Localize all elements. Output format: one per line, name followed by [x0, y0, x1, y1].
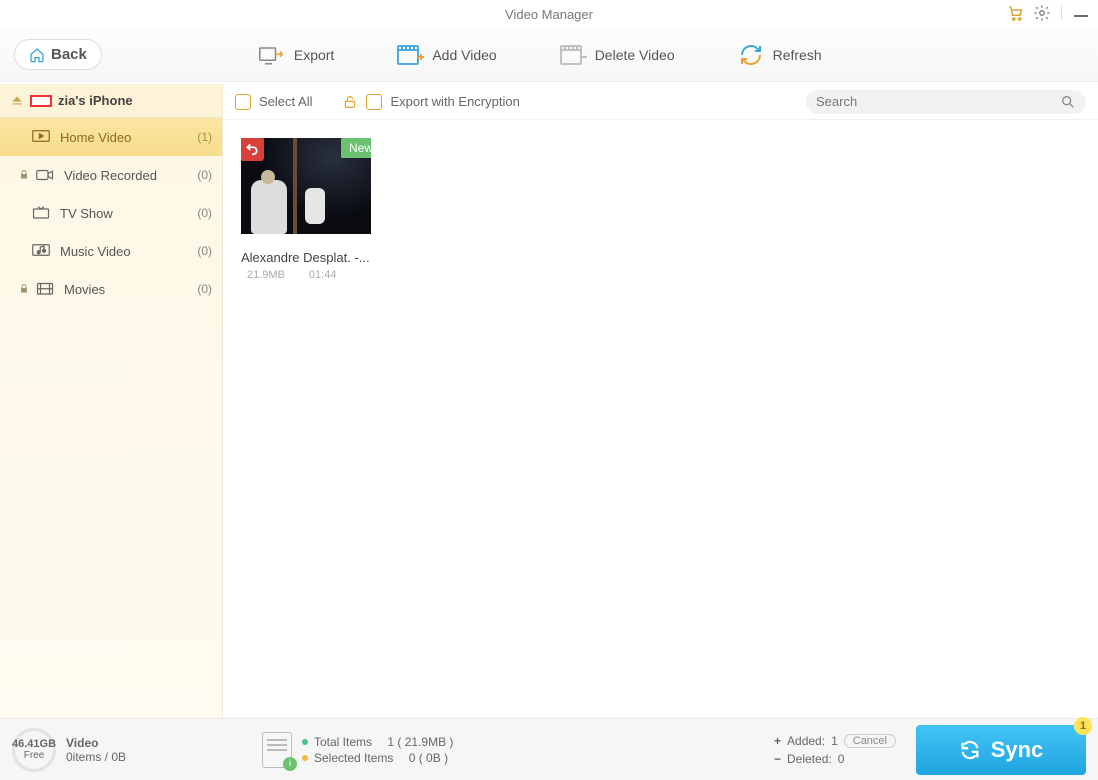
delete-video-icon [559, 43, 587, 67]
total-value: 1 ( 21.9MB ) [387, 735, 453, 749]
tv-icon [32, 206, 50, 220]
gear-icon[interactable] [1033, 4, 1051, 22]
page-info-icon: i [262, 732, 292, 768]
sidebar-item-count: (0) [197, 206, 212, 220]
add-video-label: Add Video [432, 47, 496, 63]
sync-icon [959, 739, 981, 761]
export-icon [258, 43, 286, 67]
disk-size: 46.41GB [12, 738, 56, 750]
disk-free-label: Free [24, 750, 45, 761]
new-badge: New [341, 138, 371, 158]
undo-badge-icon[interactable] [241, 138, 264, 161]
device-avatar [30, 95, 52, 107]
export-button[interactable]: Export [252, 39, 340, 71]
deleted-value: 0 [838, 752, 845, 766]
lock-icon [342, 94, 358, 110]
search-input-wrap[interactable] [806, 90, 1086, 114]
total-label: Total Items [314, 735, 372, 749]
sync-count-badge: 1 [1074, 717, 1092, 735]
device-row[interactable]: zia's iPhone [0, 84, 222, 118]
sidebar-item-count: (0) [197, 244, 212, 258]
selected-value: 0 ( 0B ) [409, 751, 448, 765]
camera-icon [36, 168, 54, 182]
sidebar-item-home-video[interactable]: Home Video (1) [0, 118, 222, 156]
added-value: 1 [831, 734, 838, 748]
refresh-icon [737, 43, 765, 67]
back-button[interactable]: Back [14, 39, 102, 70]
cart-icon[interactable] [1007, 4, 1025, 22]
refresh-button[interactable]: Refresh [731, 39, 828, 71]
lock-small-icon [18, 283, 30, 295]
sidebar-item-label: TV Show [60, 206, 113, 221]
deleted-label: Deleted: [787, 752, 832, 766]
dot-icon [302, 739, 308, 745]
search-icon [1060, 94, 1076, 110]
footer-section-sub: 0items / 0B [66, 750, 126, 764]
music-video-icon [32, 244, 50, 258]
sidebar-item-label: Home Video [60, 130, 131, 145]
device-name: zia's iPhone [58, 93, 133, 108]
add-video-button[interactable]: Add Video [390, 39, 502, 71]
video-item[interactable]: New Alexandre Desplat. -... 21.9MB 01:44 [241, 138, 381, 281]
export-encryption-checkbox[interactable] [366, 94, 382, 110]
delete-video-label: Delete Video [595, 47, 675, 63]
sidebar-item-label: Music Video [60, 244, 131, 259]
search-input[interactable] [816, 94, 1060, 109]
add-video-icon [396, 43, 424, 67]
video-title: Alexandre Desplat. -... [241, 250, 381, 265]
sidebar-item-count: (0) [197, 168, 212, 182]
sidebar-item-count: (1) [197, 130, 212, 144]
video-size: 21.9MB [247, 269, 285, 281]
sidebar-item-tv-show[interactable]: TV Show (0) [0, 194, 222, 232]
disk-ring: 46.41GB Free [12, 728, 56, 772]
eject-icon [10, 94, 24, 108]
sidebar-item-music-video[interactable]: Music Video (0) [0, 232, 222, 270]
cancel-button[interactable]: Cancel [844, 734, 896, 748]
select-all-checkbox[interactable] [235, 94, 251, 110]
export-label: Export [294, 47, 334, 63]
added-label: Added: [787, 734, 825, 748]
window-title: Video Manager [505, 7, 593, 22]
sync-label: Sync [991, 737, 1044, 763]
sidebar-item-label: Video Recorded [64, 168, 157, 183]
delete-video-button[interactable]: Delete Video [553, 39, 681, 71]
sidebar-item-label: Movies [64, 282, 105, 297]
sidebar-item-video-recorded[interactable]: Video Recorded (0) [0, 156, 222, 194]
select-all-label: Select All [259, 94, 312, 109]
lock-small-icon [18, 169, 30, 181]
sidebar-item-count: (0) [197, 282, 212, 296]
film-icon [36, 282, 54, 296]
home-video-icon [32, 130, 50, 144]
divider [1061, 6, 1062, 20]
minimize-icon[interactable] [1072, 4, 1090, 22]
footer-section: Video [66, 736, 126, 750]
refresh-label: Refresh [773, 47, 822, 63]
back-label: Back [51, 46, 87, 63]
dot-icon [302, 755, 308, 761]
selected-label: Selected Items [314, 751, 393, 765]
video-duration: 01:44 [309, 269, 337, 281]
sync-button[interactable]: Sync 1 [916, 725, 1086, 775]
home-icon [29, 47, 45, 63]
export-encryption-label: Export with Encryption [390, 94, 519, 109]
video-thumbnail[interactable]: New [241, 138, 371, 234]
sidebar-item-movies[interactable]: Movies (0) [0, 270, 222, 308]
